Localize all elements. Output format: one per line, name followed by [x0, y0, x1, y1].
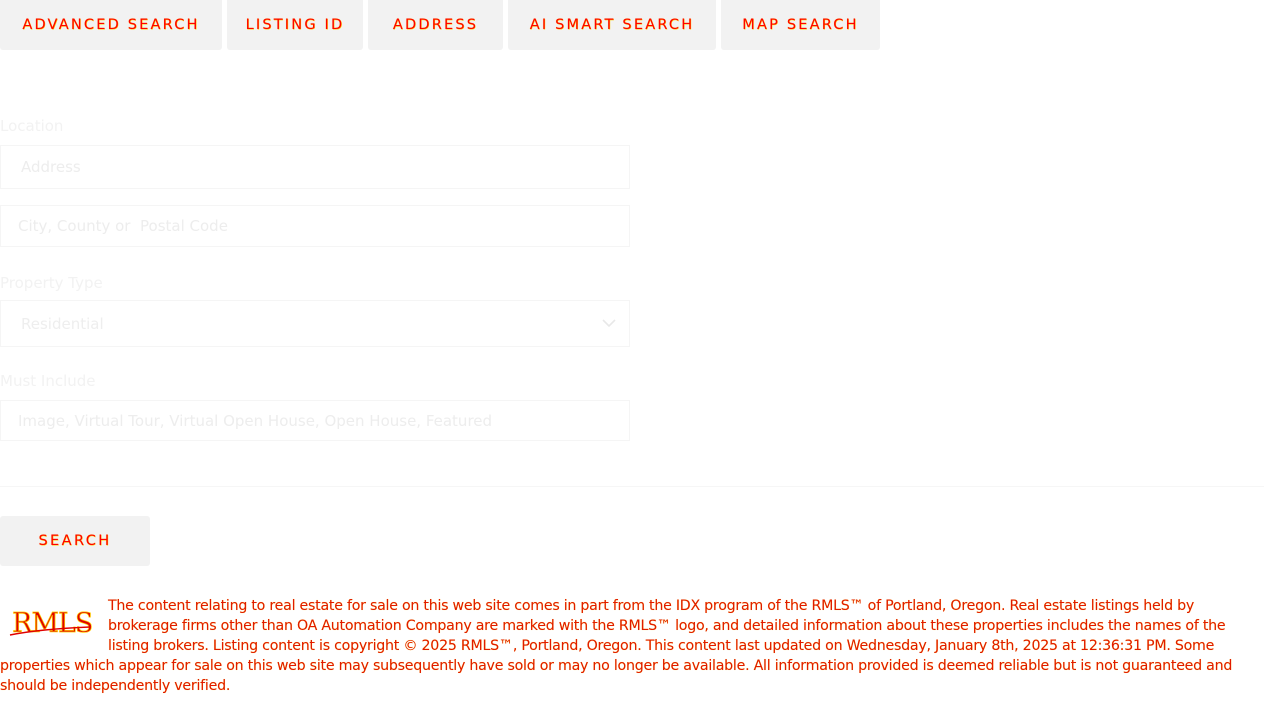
tab-advanced-search[interactable]: ADVANCED SEARCH [0, 0, 222, 50]
must-include-label: Must Include [0, 372, 96, 390]
search-button[interactable]: SEARCH [0, 516, 150, 566]
property-type-label: Property Type [0, 274, 103, 292]
disclaimer-text: The content relating to real estate for … [0, 598, 1233, 694]
property-type-value: Residential [21, 315, 104, 333]
must-include-input[interactable] [0, 400, 630, 441]
idx-disclaimer: RMLS The content relating to real estate… [0, 596, 1262, 696]
svg-text:RMLS: RMLS [12, 608, 92, 639]
tab-map-search[interactable]: MAP SEARCH [721, 0, 880, 50]
rmls-logo: RMLS [0, 596, 96, 642]
tab-listing-id[interactable]: LISTING ID [227, 0, 363, 50]
chevron-down-icon [601, 315, 617, 331]
address-input[interactable] [0, 145, 630, 189]
tab-address[interactable]: ADDRESS [368, 0, 503, 50]
location-label: Location [0, 117, 64, 135]
search-page: ADVANCED SEARCH LISTING ID ADDRESS AI SM… [0, 0, 1264, 706]
tab-ai-smart-search[interactable]: AI SMART SEARCH [508, 0, 716, 50]
property-type-select[interactable]: Residential [0, 300, 630, 347]
city-county-postal-input[interactable] [0, 205, 630, 247]
form-divider [0, 486, 1264, 487]
